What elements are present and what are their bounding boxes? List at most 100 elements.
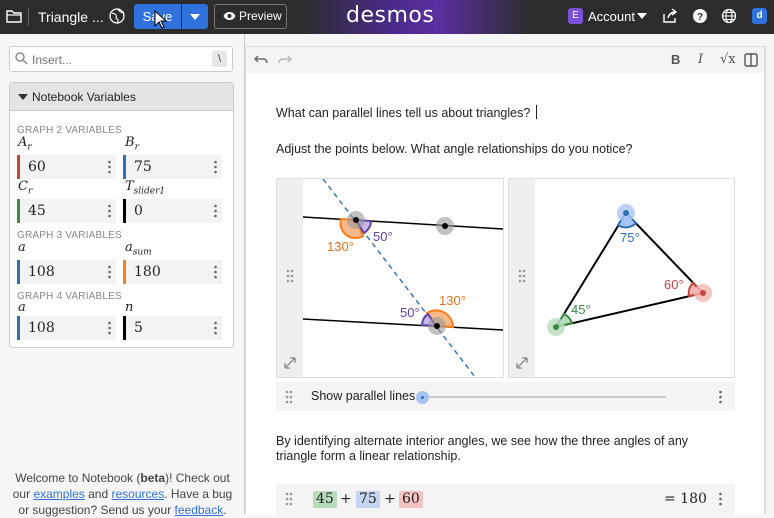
- vertex-right-core: [700, 290, 706, 296]
- insert-shortcut-key: \: [212, 51, 227, 67]
- graph-triangle[interactable]: 75° 60° 45°: [508, 178, 735, 378]
- preview-label: Preview: [239, 9, 282, 23]
- notebook-variables-header[interactable]: Notebook Variables: [10, 83, 233, 111]
- toolbar-divider: [28, 8, 29, 26]
- italic-button[interactable]: I: [698, 52, 703, 67]
- mouse-cursor-icon: [154, 10, 168, 29]
- more-options-icon[interactable]: [108, 204, 111, 218]
- desmos-logo: desmos: [346, 3, 435, 28]
- graph-parallel-lines[interactable]: 130° 50° 50° 130°: [276, 178, 504, 378]
- var-value-tslider1[interactable]: 0: [123, 199, 222, 223]
- term-60[interactable]: 60: [399, 491, 423, 508]
- expand-icon[interactable]: [284, 357, 296, 369]
- var-value-n[interactable]: 5: [123, 316, 222, 340]
- editor-scrollbar[interactable]: [765, 46, 774, 514]
- var-name-asum: asum: [125, 240, 152, 258]
- slider-label: Show parallel lines: [311, 389, 416, 403]
- slider-track[interactable]: [421, 396, 666, 398]
- more-options-icon[interactable]: [719, 492, 722, 506]
- more-options-icon[interactable]: [214, 265, 217, 279]
- more-options-icon[interactable]: [108, 160, 111, 174]
- more-options-icon[interactable]: [214, 321, 217, 335]
- var-value-a[interactable]: 108: [17, 316, 116, 340]
- angle-label-130-bottom: 130°: [439, 293, 466, 308]
- welcome-message: Welcome to Notebook (beta)! Check out ou…: [12, 471, 233, 517]
- drag-handle-icon[interactable]: [286, 269, 294, 283]
- examples-link[interactable]: examples: [33, 487, 84, 501]
- more-options-icon[interactable]: [214, 204, 217, 218]
- expression-result: = 180: [664, 491, 707, 507]
- group-label-graph-3: GRAPH 3 VARIABLES: [17, 230, 122, 241]
- save-options-dropdown[interactable]: [182, 4, 208, 29]
- angle-label-75: 75°: [620, 230, 640, 245]
- share-icon[interactable]: [662, 8, 678, 24]
- insert-search-box[interactable]: \: [9, 46, 233, 72]
- notebook-editor[interactable]: What can parallel lines tell us about tr…: [245, 73, 765, 514]
- vertex-left-core: [553, 324, 559, 330]
- top-bar: Triangle ... Save Preview desmos E Accou…: [0, 0, 774, 34]
- var-value-a[interactable]: 108: [17, 260, 116, 284]
- split-view-icon[interactable]: [744, 53, 758, 67]
- globe-icon[interactable]: [108, 7, 126, 25]
- redo-icon[interactable]: [278, 54, 292, 66]
- point-bottom-core: [434, 323, 440, 329]
- text-caret: [536, 105, 538, 119]
- resources-link[interactable]: resources: [112, 487, 165, 501]
- desmos-app-icon[interactable]: d: [752, 8, 767, 24]
- group-label-graph-2: GRAPH 2 VARIABLES: [17, 125, 122, 136]
- var-value-asum[interactable]: 180: [123, 260, 222, 284]
- question-text[interactable]: What can parallel lines tell us about tr…: [276, 105, 538, 121]
- conclusion-text: By identifying alternate interior angles…: [276, 434, 689, 463]
- parallel-line-top: [303, 216, 503, 230]
- insert-input[interactable]: [32, 51, 202, 68]
- parallel-lines-plot[interactable]: [303, 179, 503, 377]
- parallel-line-bottom: [303, 318, 503, 331]
- undo-icon[interactable]: [254, 54, 268, 66]
- help-icon[interactable]: ?: [692, 8, 708, 24]
- document-title[interactable]: Triangle ...: [38, 9, 104, 25]
- var-name-a: a: [18, 300, 26, 315]
- angle-label-50-bottom: 50°: [400, 305, 420, 320]
- var-value-br[interactable]: 75: [123, 155, 222, 179]
- chevron-down-icon[interactable]: [637, 13, 647, 19]
- language-icon[interactable]: [721, 8, 737, 24]
- expand-icon[interactable]: [516, 357, 528, 369]
- slider-show-parallel-lines[interactable]: Show parallel lines: [276, 382, 735, 411]
- more-options-icon[interactable]: [108, 321, 111, 335]
- drag-handle-icon[interactable]: [285, 492, 293, 506]
- bold-button[interactable]: B: [671, 52, 680, 67]
- angle-label-45: 45°: [571, 302, 591, 317]
- vertex-top-core: [623, 210, 629, 216]
- preview-button[interactable]: Preview: [214, 4, 287, 29]
- folder-icon[interactable]: [6, 9, 22, 23]
- var-value-ar[interactable]: 60: [17, 155, 116, 179]
- slider-knob[interactable]: [416, 391, 429, 404]
- drag-handle-icon[interactable]: [285, 390, 293, 404]
- more-options-icon[interactable]: [108, 265, 111, 279]
- account-menu[interactable]: Account: [588, 9, 635, 24]
- var-value-cr[interactable]: 45: [17, 199, 116, 223]
- feedback-link[interactable]: feedback: [175, 503, 224, 517]
- term-75[interactable]: 75: [356, 491, 380, 508]
- eye-icon: [223, 12, 236, 20]
- collapse-triangle-icon[interactable]: [18, 94, 28, 100]
- angle-label-60: 60°: [664, 277, 684, 292]
- drag-handle-icon[interactable]: [518, 269, 526, 283]
- group-label-graph-4: GRAPH 4 VARIABLES: [17, 291, 122, 302]
- var-name-ar: Ar: [18, 135, 32, 153]
- account-avatar[interactable]: E: [568, 8, 583, 24]
- math-button[interactable]: √x: [720, 52, 736, 67]
- var-name-n: n: [125, 300, 134, 315]
- more-options-icon[interactable]: [719, 390, 722, 404]
- var-name-a: a: [18, 240, 26, 255]
- sum-expression[interactable]: 45 + 75 + 60 = 180: [276, 484, 735, 514]
- triangle-plot[interactable]: [535, 179, 734, 377]
- instruction-text: Adjust the points below. What angle rela…: [276, 142, 633, 156]
- graph-drag-handle[interactable]: [509, 179, 535, 377]
- editor-toolbar: B I √x: [245, 46, 765, 73]
- more-options-icon[interactable]: [214, 160, 217, 174]
- var-name-br: Br: [125, 135, 139, 153]
- svg-text:?: ?: [697, 12, 703, 23]
- term-45[interactable]: 45: [313, 491, 337, 508]
- graph-drag-handle[interactable]: [277, 179, 303, 377]
